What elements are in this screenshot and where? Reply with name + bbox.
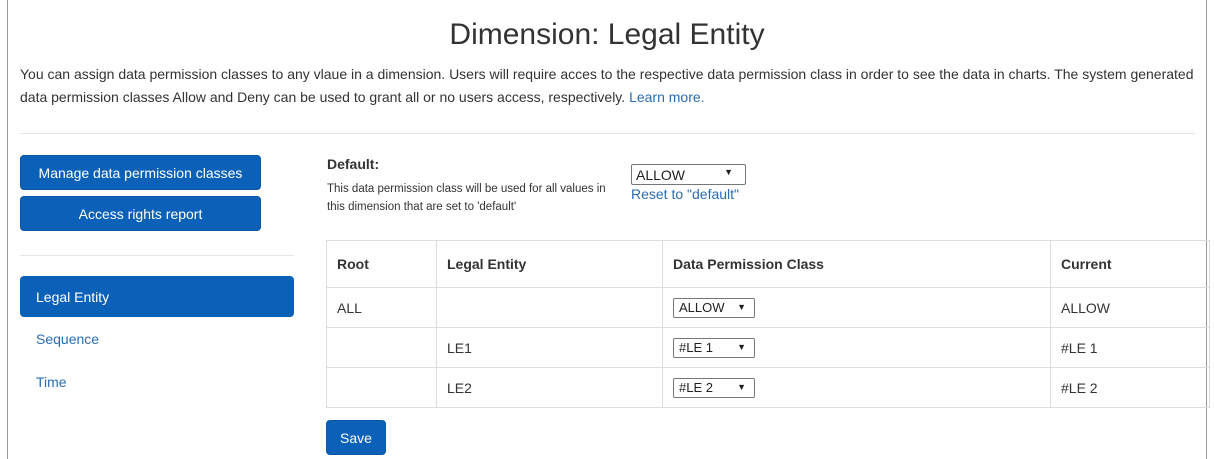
sidebar-item-time[interactable]: Time [20, 361, 294, 402]
column-header-current: Current [1050, 240, 1210, 288]
table-header-row: Root Legal Entity Data Permission Class … [326, 240, 1210, 288]
column-header-legal-entity: Legal Entity [436, 240, 663, 288]
column-header-root: Root [326, 240, 437, 288]
cell-permission-class: ALLOW ▼ [662, 287, 1051, 328]
table-row: LE2 #LE 2 ▼ #LE 2 [326, 367, 1210, 408]
page-title: Dimension: Legal Entity [449, 18, 765, 51]
chevron-down-icon: ▼ [737, 301, 746, 312]
save-button[interactable]: Save [326, 420, 386, 455]
column-header-permission-class: Data Permission Class [662, 240, 1051, 288]
cell-current: #LE 1 [1050, 327, 1210, 368]
permission-class-select[interactable]: ALLOW ▼ [673, 297, 755, 318]
cell-permission-class: #LE 1 ▼ [662, 327, 1051, 368]
intro-description: You can assign data permission classes t… [20, 66, 1194, 105]
cell-current: #LE 2 [1050, 367, 1210, 408]
permission-class-select[interactable]: #LE 1 ▼ [673, 337, 755, 358]
cell-legal-entity: LE2 [436, 367, 663, 408]
cell-current: ALLOW [1050, 287, 1210, 328]
select-value: #LE 1 [679, 340, 713, 355]
learn-more-link[interactable]: Learn more. [629, 89, 704, 105]
sidebar-item-label: Legal Entity [36, 288, 110, 305]
default-permission-select[interactable]: ALLOW ▼ [631, 164, 746, 185]
chevron-down-icon: ▼ [737, 381, 746, 392]
default-help-text: This data permission class will be used … [327, 183, 606, 213]
cell-root [326, 367, 437, 408]
default-label: Default: [327, 156, 380, 172]
sidebar-item-label: Time [36, 373, 67, 390]
default-select-value: ALLOW [636, 166, 686, 183]
cell-permission-class: #LE 2 ▼ [662, 367, 1051, 408]
cell-legal-entity: LE1 [436, 327, 663, 368]
manage-permission-classes-button[interactable]: Manage data permission classes [20, 155, 261, 190]
chevron-down-icon: ▼ [724, 167, 733, 177]
table-row: LE1 #LE 1 ▼ #LE 1 [326, 327, 1210, 368]
sidebar-item-legal-entity[interactable]: Legal Entity [20, 276, 294, 317]
select-value: #LE 2 [679, 380, 713, 395]
top-divider [20, 133, 1195, 134]
permission-class-select[interactable]: #LE 2 ▼ [673, 377, 755, 398]
table-row: ALL ALLOW ▼ ALLOW [326, 287, 1210, 328]
cell-legal-entity [436, 287, 663, 328]
cell-root [326, 327, 437, 368]
intro-text: You can assign data permission classes t… [20, 63, 1200, 109]
select-value: ALLOW [679, 300, 725, 315]
sidebar-divider [20, 255, 294, 256]
permission-table: Root Legal Entity Data Permission Class … [326, 240, 1210, 408]
reset-default-link[interactable]: Reset to "default" [631, 186, 739, 202]
chevron-down-icon: ▼ [737, 341, 746, 352]
access-rights-report-button[interactable]: Access rights report [20, 196, 261, 231]
sidebar-item-sequence[interactable]: Sequence [20, 318, 294, 359]
cell-root: ALL [326, 287, 437, 328]
sidebar-item-label: Sequence [36, 330, 100, 347]
